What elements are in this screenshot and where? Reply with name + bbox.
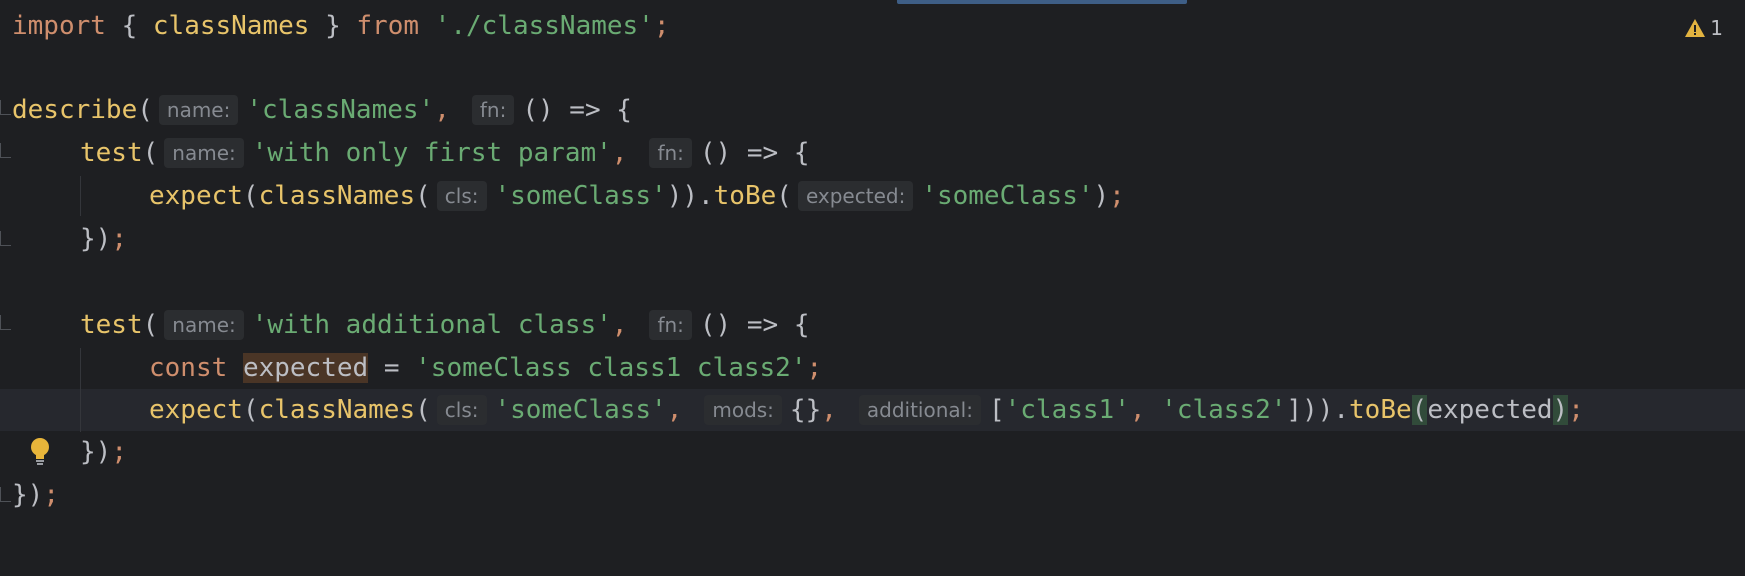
matched-paren: ): [1552, 395, 1569, 425]
token: ): [1093, 181, 1110, 211]
token: .: [698, 181, 714, 211]
object-literal: {}: [789, 395, 822, 425]
param-hint: name:: [158, 95, 239, 125]
code-line-12: });: [0, 475, 1745, 515]
code-line-9: const expected = 'someClass class1 class…: [0, 348, 1745, 388]
param-hint: fn:: [649, 310, 692, 340]
param-hint: name:: [164, 310, 244, 340]
token: )): [1302, 395, 1334, 425]
code-line-6: });: [0, 219, 1745, 259]
lightbulb-icon[interactable]: [27, 436, 53, 466]
keyword-from: from: [356, 11, 420, 41]
token: =: [368, 353, 416, 383]
function-test: test: [80, 138, 143, 168]
keyword-import: import: [12, 11, 106, 41]
function-test: test: [80, 310, 143, 340]
semicolon: ;: [43, 480, 59, 510]
token: (: [142, 310, 159, 340]
variable-expected: expected: [242, 353, 369, 383]
function-describe: describe: [12, 95, 138, 125]
fold-icon[interactable]: [0, 100, 11, 115]
fold-icon[interactable]: [0, 143, 11, 158]
code-line-5: expect(classNames(cls:'someClass')). toBe…: [0, 176, 1745, 216]
param-hint: cls:: [436, 181, 487, 211]
import-path: './classNames': [419, 11, 654, 41]
string-literal: 'with additional class': [251, 310, 612, 340]
string-literal: 'class2': [1161, 395, 1287, 425]
import-name: classNames: [152, 11, 310, 41]
token: (: [242, 395, 259, 425]
token: }): [80, 437, 112, 467]
function-expect: expect: [149, 395, 243, 425]
token: (: [142, 138, 159, 168]
code-editor[interactable]: import { classNames } from './classNames…: [0, 0, 1745, 576]
semicolon: ;: [111, 224, 127, 254]
arrow-fn: () => {: [699, 310, 810, 340]
indent-guide: [80, 176, 81, 216]
code-line-4: test(name:'with only first param', fn:() …: [0, 133, 1745, 173]
semicolon: ;: [1109, 181, 1125, 211]
function-classnames: classNames: [258, 181, 416, 211]
arrow-fn: () => {: [522, 95, 632, 125]
semicolon: ;: [1568, 395, 1584, 425]
function-tobe: toBe: [713, 181, 777, 211]
keyword-const: const: [149, 353, 228, 383]
token: (: [776, 181, 792, 211]
token: }): [12, 480, 44, 510]
token: }): [80, 224, 112, 254]
comma: ,: [821, 395, 837, 425]
param-hint: expected:: [797, 181, 914, 211]
indent-guide: [80, 348, 81, 432]
string-literal: 'with only first param': [251, 138, 612, 168]
token: )): [666, 181, 698, 211]
function-tobe: toBe: [1349, 395, 1412, 425]
param-hint: mods:: [704, 395, 782, 425]
semicolon: ;: [111, 437, 127, 467]
string-literal: 'classNames': [246, 95, 435, 125]
token: .: [1333, 395, 1350, 425]
matched-paren: (: [1411, 395, 1428, 425]
function-expect: expect: [149, 181, 243, 211]
param-hint: name:: [164, 138, 244, 168]
code-line-1: import { classNames } from './classNames…: [0, 6, 1745, 46]
param-hint: fn:: [649, 138, 692, 168]
token: {: [105, 11, 153, 41]
string-literal: 'someClass': [494, 181, 667, 211]
fold-icon[interactable]: [0, 315, 11, 330]
variable-expected: expected: [1427, 395, 1553, 425]
string-literal: 'someClass': [494, 395, 667, 425]
comma: ,: [434, 95, 450, 125]
fold-icon[interactable]: [0, 231, 11, 246]
code-line-11: });: [0, 432, 1745, 472]
token: (: [242, 181, 259, 211]
token: (: [137, 95, 153, 125]
function-classnames: classNames: [258, 395, 416, 425]
token: [: [988, 395, 1005, 425]
token: ]: [1286, 395, 1303, 425]
param-hint: additional:: [858, 395, 981, 425]
comma: ,: [1129, 395, 1162, 425]
code-line-10: expect(classNames(cls:'someClass', mods:{…: [0, 389, 1745, 431]
comma: ,: [611, 138, 628, 168]
token: (: [415, 181, 431, 211]
semicolon: ;: [806, 353, 823, 383]
token: }: [309, 11, 357, 41]
token: (: [415, 395, 431, 425]
string-literal: 'someClass class1 class2': [415, 353, 807, 383]
arrow-fn: () => {: [699, 138, 810, 168]
string-literal: 'someClass': [921, 181, 1094, 211]
fold-icon[interactable]: [0, 487, 11, 502]
comma: ,: [611, 310, 628, 340]
param-hint: fn:: [471, 95, 515, 125]
code-line-3: describe(name:'classNames', fn:() => {: [0, 90, 1745, 130]
semicolon: ;: [653, 11, 670, 41]
comma: ,: [666, 395, 683, 425]
param-hint: cls:: [436, 395, 487, 425]
string-literal: 'class1': [1004, 395, 1130, 425]
code-line-8: test(name:'with additional class', fn:() …: [0, 305, 1745, 345]
